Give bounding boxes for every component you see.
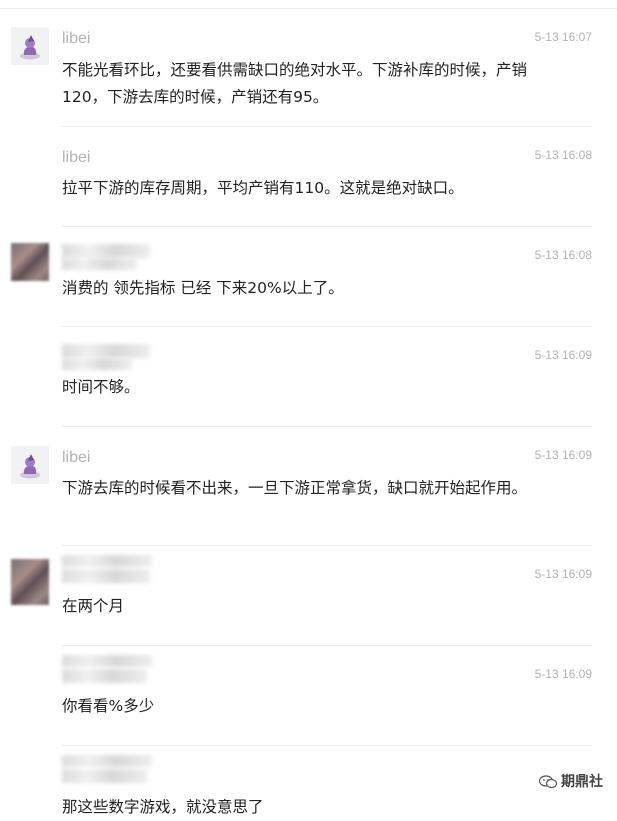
wechat-icon	[538, 774, 558, 789]
comment-text: 拉平下游的库存周期，平均产销有110。这就是绝对缺口。	[62, 179, 464, 197]
comment-divider	[62, 126, 592, 127]
watermark-label: 期鼎社	[561, 774, 603, 790]
comment-divider	[62, 745, 592, 746]
comment-text: 消费的 领先指标 已经 下来20%以上了。	[62, 279, 344, 297]
username[interactable]	[62, 669, 147, 683]
username[interactable]	[62, 569, 150, 583]
comment-text: 下游去库的时候看不出来，一旦下游正常拿货，缺口就开始起作用。	[62, 479, 528, 497]
username-blur	[62, 769, 147, 783]
username-blur	[62, 358, 132, 370]
username-blur	[62, 258, 137, 270]
timestamp: 5-13 16:09	[534, 348, 592, 362]
username-blur	[62, 655, 152, 667]
stamp-avatar-icon	[20, 454, 40, 479]
user-avatar[interactable]	[11, 446, 49, 484]
comment-divider	[62, 545, 592, 546]
username[interactable]: libei	[62, 149, 90, 167]
username-blur	[62, 755, 152, 767]
comment-divider	[62, 426, 592, 427]
username[interactable]: libei	[62, 449, 90, 467]
username[interactable]: libei	[62, 30, 90, 48]
comment-divider	[62, 326, 592, 327]
user-avatar[interactable]	[11, 559, 49, 605]
timestamp: 5-13 16:09	[534, 567, 592, 581]
comment-text: 不能光看环比，还要看供需缺口的绝对水平。下游补库的时候，产销120，下游去库的时…	[62, 61, 528, 106]
watermark: 期鼎社	[538, 771, 603, 791]
username[interactable]	[62, 344, 150, 358]
timestamp: 5-13 16:08	[534, 248, 592, 262]
timestamp: 5-13 16:08	[534, 148, 592, 162]
top-divider	[0, 8, 617, 9]
comment-text: 那这些数字游戏，就没意思了	[62, 798, 264, 816]
user-avatar[interactable]	[11, 27, 49, 65]
stamp-avatar-icon	[20, 35, 40, 60]
timestamp: 5-13 16:09	[534, 667, 592, 681]
comment-text: 时间不够。	[62, 378, 140, 396]
comment-text: 你看看%多少	[62, 697, 155, 715]
username-blur	[62, 555, 152, 567]
user-avatar[interactable]	[11, 243, 49, 281]
comment-text: 在两个月	[62, 597, 125, 615]
comment-divider	[62, 645, 592, 646]
timestamp: 5-13 16:07	[534, 30, 592, 44]
comment-divider	[62, 226, 592, 227]
timestamp: 5-13 16:09	[534, 448, 592, 462]
username[interactable]	[62, 244, 150, 258]
